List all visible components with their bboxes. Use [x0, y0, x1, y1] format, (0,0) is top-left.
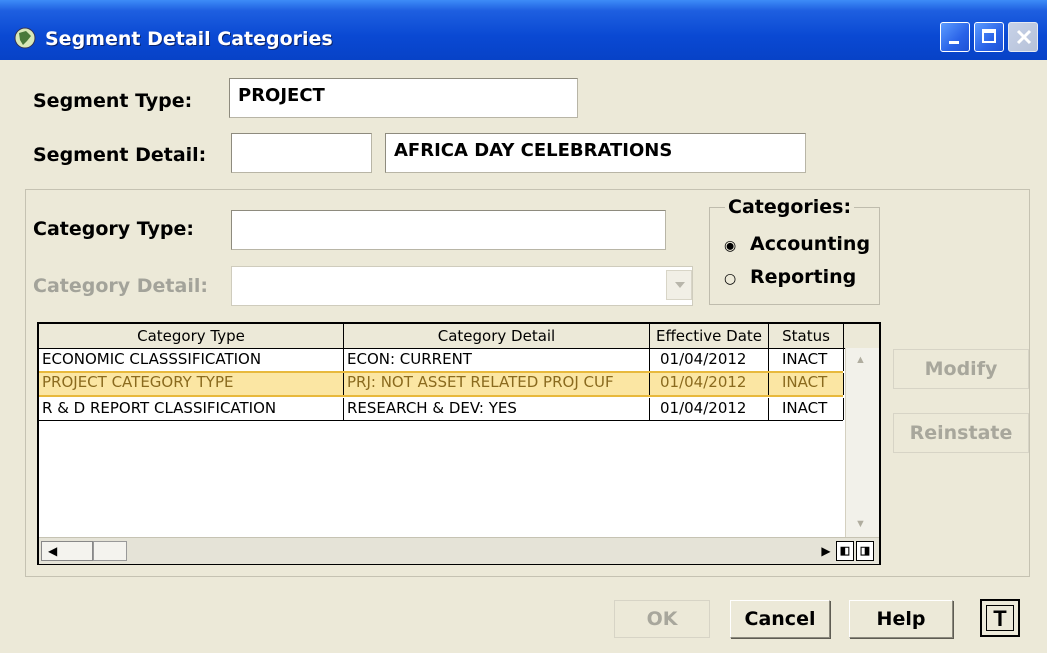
segment-detail-code-field[interactable]	[231, 133, 372, 173]
dialog-window: Segment Detail Categories Segment Type: …	[0, 0, 1047, 653]
cell-category-type: R & D REPORT CLASSIFICATION	[39, 398, 344, 420]
column-header-status[interactable]: Status	[769, 324, 844, 348]
radio-unselected-icon: ○	[724, 271, 737, 287]
cancel-button[interactable]: Cancel	[730, 600, 830, 638]
categories-grid[interactable]: Category Type Category Detail Effective …	[37, 322, 881, 565]
help-button[interactable]: Help	[849, 600, 953, 638]
column-header-category-type[interactable]: Category Type	[39, 324, 344, 348]
scroll-down-icon[interactable]: ▼	[855, 518, 866, 530]
cell-effective-date: 01/04/2012	[650, 373, 769, 395]
scroll-right-icon[interactable]: ▶	[817, 541, 835, 561]
column-header-effective-date[interactable]: Effective Date	[650, 324, 769, 348]
window-title: Segment Detail Categories	[45, 28, 333, 50]
cell-effective-date: 01/04/2012	[650, 349, 769, 371]
category-detail-label: Category Detail:	[33, 275, 208, 297]
grid-page-icon[interactable]: ◧	[836, 541, 854, 561]
title-bar[interactable]: Segment Detail Categories	[0, 0, 1047, 60]
vertical-scrollbar[interactable]: ▲ ▼	[845, 348, 879, 537]
categories-legend: Categories:	[725, 196, 855, 218]
ok-button[interactable]: OK	[614, 600, 710, 638]
category-detail-select[interactable]	[231, 266, 693, 306]
segment-type-field[interactable]: PROJECT	[229, 78, 578, 118]
minimize-button[interactable]	[940, 22, 970, 52]
cell-status: INACT	[769, 373, 844, 395]
app-icon	[14, 27, 36, 49]
modify-button[interactable]: Modify	[893, 349, 1029, 389]
segment-detail-label: Segment Detail:	[33, 144, 207, 166]
maximize-icon	[982, 29, 996, 43]
radio-reporting-label: Reporting	[750, 266, 857, 288]
category-type-field[interactable]	[231, 210, 666, 250]
close-icon	[1016, 29, 1032, 45]
radio-reporting[interactable]: ○ Reporting	[724, 266, 856, 288]
table-row[interactable]: ECONOMIC CLASSSIFICATION ECON: CURRENT 0…	[39, 349, 844, 371]
scroll-left-button[interactable]: ◀	[41, 541, 93, 561]
cell-effective-date: 01/04/2012	[650, 398, 769, 420]
grid-copy-icon[interactable]: ◨	[856, 541, 874, 561]
radio-accounting-label: Accounting	[750, 233, 871, 255]
radio-selected-icon: ◉	[724, 238, 737, 254]
scroll-up-icon[interactable]: ▲	[855, 354, 866, 366]
categories-group	[709, 207, 880, 305]
scroll-thumb[interactable]	[93, 541, 127, 561]
radio-accounting[interactable]: ◉ Accounting	[724, 233, 870, 255]
horizontal-scrollbar[interactable]: ◀ ▶ ◧ ◨	[39, 537, 879, 564]
column-header-category-detail[interactable]: Category Detail	[344, 324, 650, 348]
grid-header: Category Type Category Detail Effective …	[39, 324, 879, 349]
segment-type-label: Segment Type:	[33, 90, 193, 112]
cell-category-type: PROJECT CATEGORY TYPE	[39, 373, 344, 395]
cell-category-detail: RESEARCH & DEV: YES	[344, 398, 650, 420]
table-row-selected[interactable]: PROJECT CATEGORY TYPE PRJ: NOT ASSET REL…	[39, 371, 844, 397]
segment-detail-field[interactable]: AFRICA DAY CELEBRATIONS	[385, 133, 806, 173]
cell-category-detail: PRJ: NOT ASSET RELATED PROJ CUF	[344, 373, 650, 395]
cell-status: INACT	[769, 398, 844, 420]
close-button[interactable]	[1008, 22, 1038, 52]
table-row[interactable]: R & D REPORT CLASSIFICATION RESEARCH & D…	[39, 398, 844, 420]
t-button[interactable]: T	[980, 599, 1020, 637]
category-type-label: Category Type:	[33, 218, 194, 240]
minimize-icon	[949, 41, 959, 44]
t-button-label: T	[986, 605, 1014, 631]
reinstate-button[interactable]: Reinstate	[893, 413, 1029, 453]
cell-category-type: ECONOMIC CLASSSIFICATION	[39, 349, 344, 371]
row-divider	[39, 420, 843, 421]
scroll-left-icon: ◀	[48, 544, 58, 558]
chevron-down-icon	[675, 282, 685, 288]
cell-category-detail: ECON: CURRENT	[344, 349, 650, 371]
category-detail-dropdown-button[interactable]	[666, 270, 692, 300]
maximize-button[interactable]	[974, 22, 1004, 52]
cell-status: INACT	[769, 349, 844, 371]
